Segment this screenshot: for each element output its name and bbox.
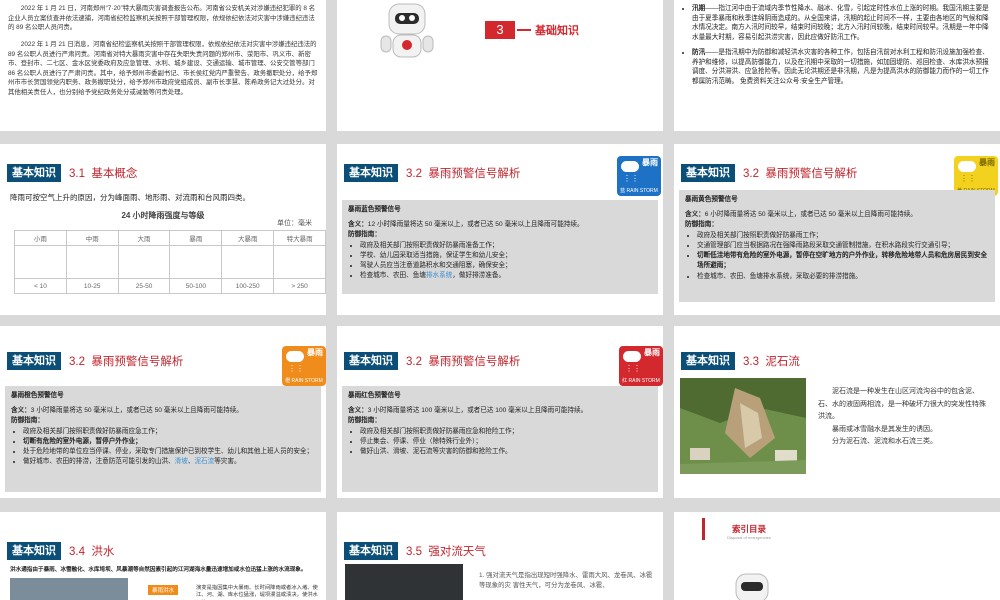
index-title: 索引目录 [731,524,766,534]
slide-index: 索引目录 Disposal of emergencies [674,512,1000,600]
section-tag: 基本知识 [344,352,398,370]
index-subtitle: Disposal of emergencies [727,535,771,540]
red-accent-bar [702,518,705,540]
inner-box-label: 暴雨洪水 [148,585,179,595]
slide-3-2-red: 基本知识 3.2 暴雨预警信号解析 ⋮⋮ 暴雨 红 RAIN STORM 暴雨红… [337,326,663,498]
arrow-connector [517,29,531,31]
orange-rainstorm-signal-icon: ⋮⋮ 暴雨 橙 RAIN STORM [282,346,326,386]
robot-mascot-image [380,3,434,58]
convection-text: 1. 强对流天气是指出现短时强降水、雷雨大风、龙卷风、冰雹等现象的灾 害性天气，… [479,572,653,590]
debris-flow-link[interactable]: 泥石流 [194,458,214,465]
slide-title: 3.2 暴雨预警信号解析 [406,356,521,368]
section-tag: 基本知识 [344,542,398,560]
slide-3-3: 基本知识 3.3 泥石流 泥石流是一种发生在山区河流沟谷中的包含泥、石、水的液固… [674,326,1000,498]
section-tag: 基本知识 [344,164,398,182]
intro-text: 降雨可按空气上升的原因，分为峰面雨、地形雨、对流雨和台风雨四类。 [10,193,250,202]
flood-photo [10,578,128,600]
value-cell: 100-250 [221,278,275,294]
level-cell: 小雨 [14,230,67,246]
robot-mascot-image [735,573,769,600]
flood-definition: 洪水通指由于暴雨、冰雪融化、水库垮坝、风暴潮等自然因素引起的江河湖海水量迅速增加… [10,567,307,573]
section-tag: 基本知识 [7,164,61,182]
level-cell: 大雨 [117,230,171,246]
value-cell: 50-100 [169,278,223,294]
slide-3-4: 基本知识 3.4 洪水 洪水通指由于暴雨、冰雪融化、水库垮坝、风暴潮等自然因素引… [0,512,326,600]
slide-3-2-blue: 基本知识 3.2 暴雨预警信号解析 ⋮⋮ 暴雨 蓝 RAIN STORM 暴雨蓝… [337,144,663,315]
section-number-badge: 3 [485,21,515,39]
section-title: 基础知识 [535,25,579,37]
inner-box-text: 演变是指因集中大暴雨、长时间降雨或者冰入堵、使江、河、湖、库水位猛涨，堤坝漫溢或… [196,585,318,600]
debris-flow-types: 分为泥石流、泥流和水石流三类。 [832,438,937,446]
slide-title: 3.1 基本概念 [69,168,138,180]
slide-3-2-yellow: 基本知识 3.2 暴雨预警信号解析 ⋮⋮ 暴雨 黄 RAIN STORM 暴雨黄… [674,144,1000,315]
value-cell: < 10 [14,278,67,294]
slide-title: 3.2 暴雨预警信号解析 [743,168,858,180]
red-rainstorm-signal-icon: ⋮⋮ 暴雨 红 RAIN STORM [619,346,663,386]
slide-title: 3.2 暴雨预警信号解析 [406,168,521,180]
section-tag: 基本知识 [681,352,735,370]
slide-title: 3.3 泥石流 [743,356,800,368]
slide-section-cover: 3 基础知识 [337,0,663,131]
rain-level-table: 小雨 中雨 大雨 暴雨 大暴雨 特大暴雨 < 10 10-25 25-50 50… [14,230,326,294]
section-tag: 基本知识 [7,352,61,370]
landslide-link[interactable]: 滑坡 [175,458,188,465]
level-cell: 大暴雨 [221,230,275,246]
warning-info-box: 暴雨橙色预警信号 含义：3 小时降雨量将达 50 毫米以上，或者已达 50 毫米… [5,386,321,492]
storm-photo [345,564,463,600]
warning-info-box: 暴雨红色预警信号 含义：3 小时降雨量将达 100 毫米以上，或者已达 100 … [342,386,658,492]
slide-title: 3.2 暴雨预警信号解析 [69,356,184,368]
value-cell: > 250 [273,278,326,294]
value-cell: 10-25 [65,278,119,294]
slide-3-5: 基本知识 3.5 强对流天气 1. 强对流天气是指出现短时强降水、雷雨大风、龙卷… [337,512,663,600]
level-cell: 中雨 [65,230,119,246]
debris-flow-cause: 暴雨或冰雪融水是其发生的诱因。 [832,425,937,433]
unit-label: 单位：毫米 [277,220,312,227]
debris-flow-photo [680,378,806,474]
flood-prevention-item: 防汛——是指汛期中为防御和减轻洪水灾害的各种工作，包括自汛前对水利工程和防汛设施… [692,48,992,86]
slide-3-2-orange: 基本知识 3.2 暴雨预警信号解析 ⋮⋮ 暴雨 橙 RAIN STORM 暴雨橙… [0,326,326,498]
warning-info-box: 暴雨蓝色预警信号 含义：12 小时降雨量将达 50 毫米以上，或者已达 50 毫… [342,200,658,294]
slide-title: 3.5 强对流天气 [406,546,486,558]
report-paragraph-2: 2022 年 1 月 21 日消息，河南省纪检监察机关按照干部管理权限，依规依纪… [8,41,318,97]
drainage-link[interactable]: 排水系统 [426,272,452,279]
warning-info-box: 暴雨黄色预警信号 含义：6 小时降雨量将达 50 毫米以上，或者已达 50 毫米… [679,190,995,302]
blue-rainstorm-signal-icon: ⋮⋮ 暴雨 蓝 RAIN STORM [617,156,661,196]
slide-report: 2022 年 1 月 21 日，河南郑州“7·20”特大暴雨灾害调查报告公布。河… [0,0,326,131]
section-tag: 基本知识 [7,542,61,560]
slide-3-1: 基本知识 3.1 基本概念 降雨可按空气上升的原因，分为峰面雨、地形雨、对流雨和… [0,144,326,315]
flood-season-item: 汛期——指江河中由于流域内季节性降水、融冰、化雪，引起定时性水位上涨的时期。我国… [692,4,992,42]
level-cell: 暴雨 [169,230,223,246]
report-paragraph-1: 2022 年 1 月 21 日，河南郑州“7·20”特大暴雨灾害调查报告公布。河… [8,5,316,32]
level-cell: 特大暴雨 [273,230,326,246]
slide-title: 3.4 洪水 [69,546,115,558]
debris-flow-definition: 泥石流是一种发生在山区河流沟谷中的包含泥、石、水的液固两相流，是一种破坏力很大的… [818,388,986,421]
value-cell: 25-50 [117,278,171,294]
section-tag: 基本知识 [681,164,735,182]
slide-flood-season: 汛期——指江河中由于流域内季节性降水、融冰、化雪，引起定时性水位上涨的时期。我国… [674,0,1000,131]
